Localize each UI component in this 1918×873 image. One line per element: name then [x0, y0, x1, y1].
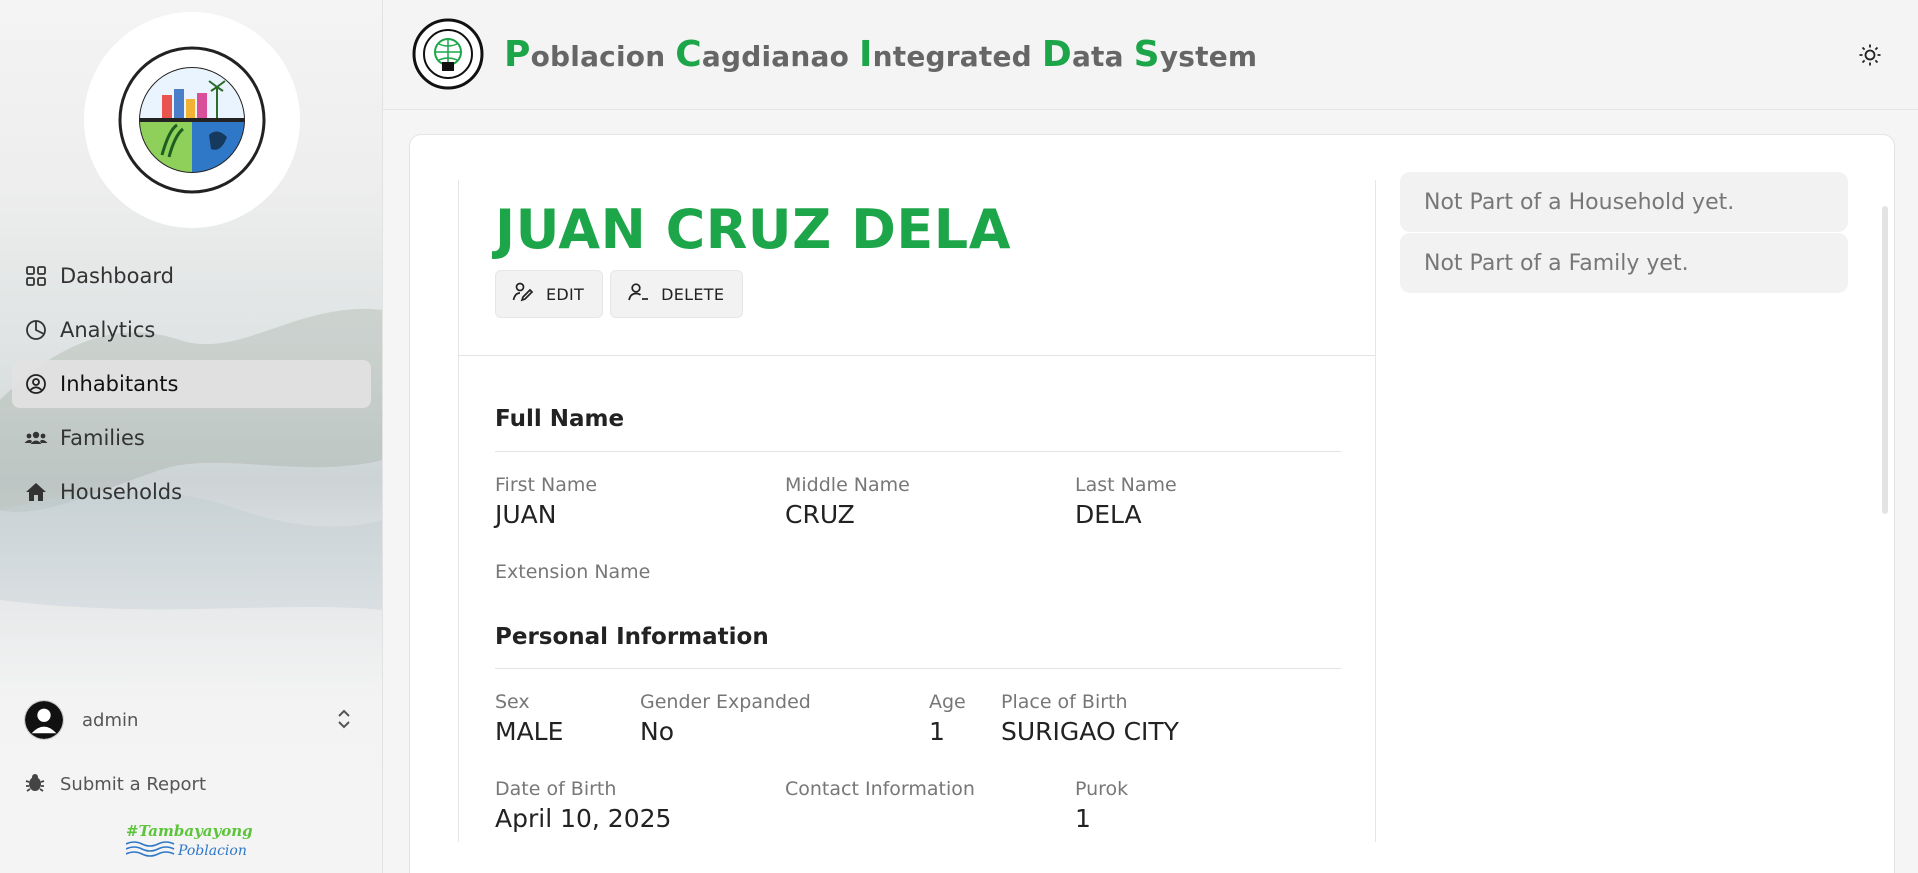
sun-icon [1859, 44, 1881, 66]
date-of-birth-field: Date of Birth April 10, 2025 [495, 778, 672, 833]
tagline-bottom: Poblacion [177, 843, 247, 859]
middle-name-field: Middle Name CRUZ [785, 474, 910, 529]
user-circle-icon [24, 372, 48, 396]
sidebar-item-label: Households [60, 480, 183, 504]
sex-field: Sex MALE [495, 691, 564, 746]
system-logo-icon [412, 18, 484, 90]
sidebar-item-analytics[interactable]: Analytics [12, 306, 371, 354]
bug-icon [24, 771, 46, 797]
pie-chart-icon [24, 318, 48, 342]
divider [495, 668, 1341, 669]
extension-name-field: Extension Name [495, 561, 651, 583]
family-status: Not Part of a Family yet. [1400, 233, 1848, 293]
app-title: Poblacion Cagdianao Integrated Data Syst… [504, 34, 1258, 75]
sidebar-item-label: Inhabitants [60, 372, 179, 396]
tambayayong-logo: #Tambayayong Poblacion [126, 822, 253, 859]
user-menu[interactable]: admin [24, 698, 364, 742]
gender-expanded-field: Gender Expanded No [640, 691, 811, 746]
delete-label: DELETE [661, 284, 725, 304]
inhabitant-details: JUAN CRUZ DELA EDIT DELETE Full Name Fir… [458, 180, 1376, 842]
first-name-field: First Name JUAN [495, 474, 598, 529]
scrollbar[interactable] [1882, 206, 1888, 514]
edit-button[interactable]: EDIT [495, 270, 604, 318]
place-of-birth-field: Place of Birth SURIGAO CITY [1001, 691, 1179, 746]
sidebar-nav: Dashboard Analytics Inhabitants Families… [12, 252, 371, 522]
user-name: admin [82, 709, 139, 731]
avatar [24, 700, 64, 740]
sidebar-item-families[interactable]: Families [12, 414, 371, 462]
sidebar-item-label: Families [60, 426, 145, 450]
tagline-top: #Tambayayong [126, 822, 253, 840]
delete-button[interactable]: DELETE [610, 270, 744, 318]
personal-info-section-title: Personal Information [495, 624, 769, 650]
sidebar-item-inhabitants[interactable]: Inhabitants [12, 360, 371, 408]
full-name-section-title: Full Name [495, 406, 625, 432]
action-bar: EDIT DELETE [495, 270, 750, 318]
page-title: JUAN CRUZ DELA [495, 198, 1011, 261]
age-field: Age 1 [929, 691, 966, 746]
divider [459, 355, 1375, 356]
user-remove-icon [627, 281, 649, 307]
contact-information-field: Contact Information [785, 778, 975, 800]
last-name-field: Last Name DELA [1075, 474, 1177, 529]
divider [495, 451, 1341, 452]
sidebar-item-dashboard[interactable]: Dashboard [12, 252, 371, 300]
chevron-up-down-icon[interactable] [336, 708, 352, 734]
barangay-logo[interactable] [84, 12, 300, 228]
sidebar-item-label: Analytics [60, 318, 156, 342]
people-group-icon [24, 426, 48, 450]
user-avatar-icon [25, 701, 63, 739]
edit-label: EDIT [546, 284, 585, 304]
dashboard-grid-icon [24, 264, 48, 288]
sidebar-item-households[interactable]: Households [12, 468, 371, 516]
barangay-seal-icon [118, 46, 266, 194]
app-header: Poblacion Cagdianao Integrated Data Syst… [383, 0, 1918, 110]
theme-toggle-button[interactable] [1856, 41, 1884, 69]
sidebar-item-label: Dashboard [60, 264, 174, 288]
submit-report-label: Submit a Report [60, 773, 206, 795]
household-status: Not Part of a Household yet. [1400, 172, 1848, 232]
user-edit-icon [512, 281, 534, 307]
home-icon [24, 480, 48, 504]
purok-field: Purok 1 [1075, 778, 1129, 833]
sidebar: Dashboard Analytics Inhabitants Families… [0, 0, 383, 873]
submit-report-link[interactable]: Submit a Report [24, 771, 206, 797]
